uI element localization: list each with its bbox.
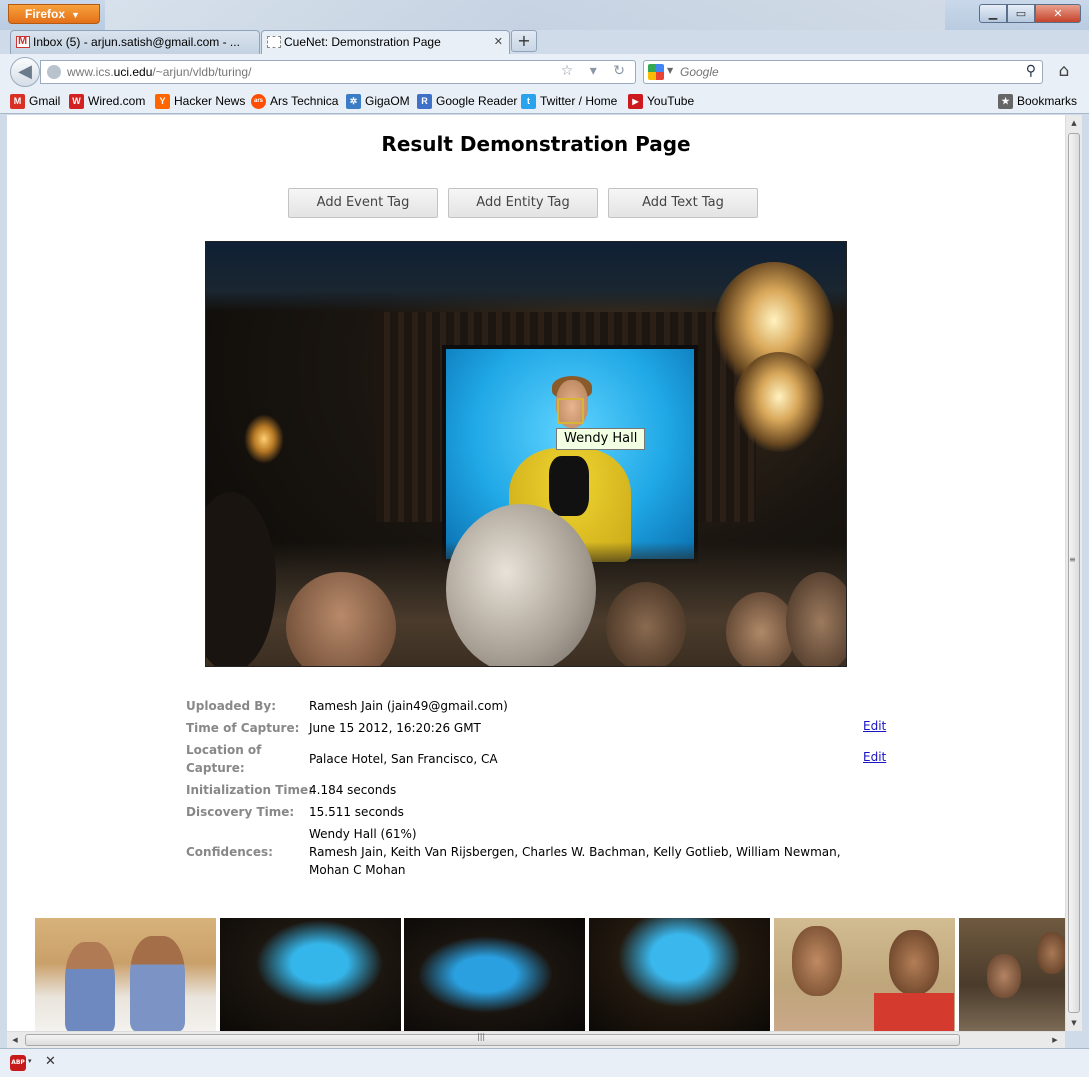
bookmarks-bar: M Gmail W Wired.com Y Hacker News ars Ars Te… [0,90,1089,114]
edit-time-link[interactable]: Edit [863,719,886,733]
bookmarks-menu[interactable]: ★ Bookmarks [998,94,1077,109]
thumbnail-2[interactable] [220,918,401,1031]
navigation-bar: www.ics.uci.edu/~arjun/vldb/turing/ ☆ ▾ … [0,54,1089,90]
adblock-plus-icon[interactable]: ABP [10,1055,26,1071]
edit-location-link[interactable]: Edit [863,750,886,764]
add-event-tag-button[interactable]: Add Event Tag [288,188,438,218]
search-bar[interactable]: ▼ ⚲ [643,60,1043,84]
face-tag-label[interactable]: Wendy Hall [556,428,646,450]
add-entity-tag-button[interactable]: Add Entity Tag [448,188,598,218]
grip-icon: ≡ [1069,555,1076,564]
add-text-tag-button[interactable]: Add Text Tag [608,188,758,218]
tab-label: CueNet: Demonstration Page [284,35,441,49]
hacker-news-icon: Y [155,94,170,109]
close-window-button[interactable]: ✕ [1035,4,1081,23]
bookmark-twitter[interactable]: t Twitter / Home [521,94,617,109]
wall-sconce [244,414,284,464]
youtube-icon: ▶ [628,94,643,109]
firefox-menu-button[interactable]: Firefox ▼ [8,4,100,24]
chevron-down-icon[interactable]: ▼ [667,66,673,75]
bookmark-google-reader[interactable]: R Google Reader [417,94,517,109]
new-tab-button[interactable]: + [511,30,537,52]
event-photo[interactable]: Wendy Hall [205,241,847,667]
maximize-button[interactable]: ▭ [1007,4,1035,23]
minimize-button[interactable]: ▁ [979,4,1007,23]
gmail-icon [16,35,30,48]
grip-icon: ||| [477,1032,486,1041]
page-viewport: Result Demonstration Page Add Event Tag … [7,115,1065,1031]
thumbnail-1[interactable] [35,918,216,1031]
wired-icon: W [69,94,84,109]
face-detection-box[interactable] [557,398,584,424]
background-window-blur [105,0,945,30]
url-text[interactable]: www.ics.uci.edu/~arjun/vldb/turing/ [67,65,251,79]
horizontal-scrollbar[interactable]: ◀ ||| ▶ [7,1031,1065,1048]
ars-technica-icon: ars [251,94,266,109]
bookmark-ars-technica[interactable]: ars Ars Technica [251,94,338,109]
url-bar[interactable]: www.ics.uci.edu/~arjun/vldb/turing/ ☆ ▾ … [40,60,636,84]
globe-icon [47,65,61,79]
vertical-scroll-thumb[interactable] [1068,133,1080,1013]
thumbnail-3[interactable] [404,918,585,1031]
url-actions[interactable]: ☆ ▾ ↻ [561,63,631,79]
window-controls: ▁ ▭ ✕ [979,4,1081,23]
chevron-down-icon[interactable]: ▾ [28,1057,32,1065]
vertical-scrollbar[interactable]: ▲ ≡ ▼ [1065,115,1082,1031]
bookmark-hacker-news[interactable]: Y Hacker News [155,94,245,109]
scroll-up-icon[interactable]: ▲ [1066,115,1082,131]
scroll-down-icon[interactable]: ▼ [1066,1015,1082,1031]
blank-page-icon [267,36,281,48]
tab-label: Inbox (5) - arjun.satish@gmail.com - ... [33,35,240,49]
tab-cuenet[interactable]: CueNet: Demonstration Page ✕ [261,30,510,54]
close-tab-icon[interactable]: ✕ [494,35,503,48]
search-input[interactable] [680,64,1010,80]
scroll-right-icon[interactable]: ▶ [1047,1032,1063,1048]
thumbnail-5[interactable] [774,918,955,1031]
chevron-down-icon: ▼ [71,10,80,20]
bookmark-gmail[interactable]: M Gmail [10,94,60,109]
close-addon-bar-icon[interactable]: ✕ [45,1054,56,1069]
google-icon[interactable] [648,64,664,80]
page-title: Result Demonstration Page [381,132,691,156]
tab-inbox[interactable]: Inbox (5) - arjun.satish@gmail.com - ... [10,30,260,54]
window-titlebar: Firefox ▼ ▁ ▭ ✕ [0,0,1089,30]
bookmark-gigaom[interactable]: ✲ GigaOM [346,94,410,109]
bookmark-youtube[interactable]: ▶ YouTube [628,94,694,109]
google-reader-icon: R [417,94,432,109]
horizontal-scroll-thumb[interactable] [25,1034,960,1046]
tab-strip: Inbox (5) - arjun.satish@gmail.com - ...… [0,30,1089,54]
thumbnail-strip [35,918,1065,1031]
search-icon[interactable]: ⚲ [1026,63,1036,79]
bookmark-wired[interactable]: W Wired.com [69,94,145,109]
thumbnail-6[interactable] [959,918,1065,1031]
scroll-left-icon[interactable]: ◀ [7,1032,23,1048]
addon-bar: ABP ▾ ✕ [0,1048,1089,1077]
thumbnail-4[interactable] [589,918,770,1031]
star-icon: ★ [998,94,1013,109]
back-button[interactable]: ◀ [10,57,40,87]
gmail-icon: M [10,94,25,109]
twitter-icon: t [521,94,536,109]
gigaom-icon: ✲ [346,94,361,109]
home-button[interactable]: ⌂ [1053,60,1075,82]
chandelier [734,352,824,452]
